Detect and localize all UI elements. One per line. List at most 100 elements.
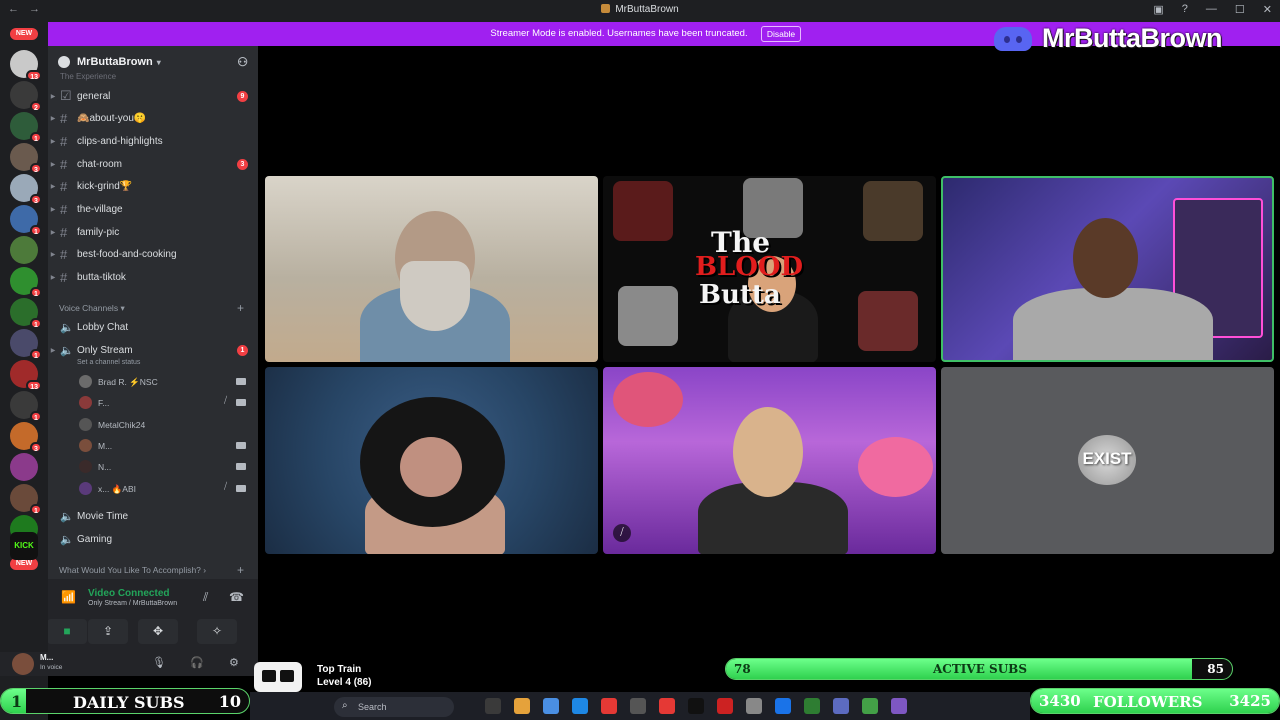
camera-button[interactable]: ■ — [48, 619, 87, 644]
noise-suppression-icon[interactable]: ⫽ — [203, 590, 208, 605]
speaker-icon: 🔈 — [60, 344, 74, 357]
server-icon[interactable]: 3 — [10, 422, 42, 453]
taskbar-app-icon[interactable] — [514, 698, 530, 714]
server-icon[interactable]: 1 — [10, 391, 42, 422]
video-tile-2[interactable]: The BLOOD Butta — [603, 176, 936, 362]
voice-channel-extra-0[interactable]: 🔈 Movie Time — [48, 505, 258, 527]
add-channel-icon[interactable]: + — [237, 301, 244, 315]
kick-server-icon[interactable]: KICK — [10, 532, 38, 560]
channel-2[interactable]: ▶ # clips-and-highlights — [48, 130, 258, 152]
video-tile-3-speaking[interactable] — [941, 176, 1274, 362]
channel-hash-icon: # — [60, 179, 68, 195]
expand-arrow-icon[interactable]: ▶ — [48, 274, 58, 281]
server-icon[interactable]: 1 — [10, 205, 42, 236]
taskbar-app-icon[interactable] — [804, 698, 820, 714]
close-button[interactable]: ✕ — [1263, 3, 1272, 16]
taskbar-app-icon[interactable] — [601, 698, 617, 714]
taskbar-app-icon[interactable] — [659, 698, 675, 714]
channel-4[interactable]: ▶ # kick-grind🏆 — [48, 176, 258, 198]
expand-arrow-icon[interactable]: ▶ — [48, 115, 58, 122]
expand-arrow-icon[interactable]: ▶ — [48, 347, 58, 354]
microphone-icon[interactable]: 🎙 — [152, 656, 166, 669]
camera-icon — [236, 378, 246, 385]
taskbar-app-icon[interactable] — [746, 698, 762, 714]
expand-arrow-icon[interactable]: ▶ — [48, 206, 58, 213]
activities-button[interactable]: ✥ — [138, 619, 178, 644]
headphones-icon[interactable]: 🎧 — [190, 656, 204, 669]
voice-user[interactable]: MetalChik24 — [48, 415, 258, 435]
taskbar-app-icon[interactable] — [630, 698, 646, 714]
server-icon[interactable]: 1 — [10, 298, 42, 329]
server-icon[interactable]: 1 — [10, 484, 42, 515]
channel-6[interactable]: ▶ # family-pic — [48, 221, 258, 243]
expand-arrow-icon[interactable]: ▶ — [48, 229, 58, 236]
taskbar-app-icon[interactable] — [862, 698, 878, 714]
expand-arrow-icon[interactable]: ▶ — [48, 183, 58, 190]
video-tile-1[interactable] — [265, 176, 598, 362]
server-icon[interactable]: 1 — [10, 267, 42, 298]
taskbar-app-icon[interactable] — [688, 698, 704, 714]
taskbar-app-icon[interactable] — [485, 698, 501, 714]
server-icon[interactable]: 3 — [10, 174, 42, 205]
video-tile-5[interactable]: ⧸ — [603, 367, 936, 554]
channel-1[interactable]: ▶ # 🙈about-you🤫 — [48, 108, 258, 130]
expand-arrow-icon[interactable]: ▶ — [48, 93, 58, 100]
voice-connected-label[interactable]: Video Connected — [88, 588, 170, 599]
expand-arrow-icon[interactable]: ▶ — [48, 251, 58, 258]
poster-art — [858, 291, 918, 351]
add-channel-icon[interactable]: + — [237, 563, 244, 577]
video-tile-6-avatar[interactable]: EXIST — [941, 367, 1274, 554]
server-icon[interactable] — [10, 236, 38, 264]
server-icon[interactable]: 1 — [10, 329, 42, 360]
inbox-icon[interactable]: ▣ — [1153, 3, 1163, 16]
active-subs-goal: 85 — [1207, 662, 1224, 676]
server-icon[interactable]: 2 — [10, 81, 42, 112]
taskbar-app-icon[interactable] — [833, 698, 849, 714]
screen-share-button[interactable]: ⇪ — [88, 619, 128, 644]
disable-streamer-mode-button[interactable]: Disable — [761, 26, 801, 42]
followers-label: FOLLOWERS — [1093, 693, 1203, 711]
minimize-button[interactable]: — — [1206, 3, 1217, 16]
avatar[interactable] — [12, 653, 34, 675]
voice-channel-1[interactable]: ▶ 🔈 Only Stream 1 — [48, 339, 258, 361]
maximize-button[interactable]: ☐ — [1235, 3, 1245, 16]
discord-logo-icon — [994, 27, 1032, 51]
server-icon[interactable]: 13 — [10, 50, 42, 81]
category-voice-channels[interactable]: Voice Channels ▾ + — [59, 301, 244, 315]
taskbar-search[interactable]: ⌕ Search — [334, 697, 454, 717]
expand-arrow-icon[interactable]: ▶ — [48, 161, 58, 168]
category-accomplish[interactable]: What Would You Like To Accomplish? › + — [59, 563, 244, 577]
voice-user[interactable]: x... 🔥ABI ⧸ — [48, 479, 258, 499]
channel-5[interactable]: ▶ # the-village — [48, 199, 258, 221]
server-icon[interactable]: 3 — [10, 143, 42, 174]
help-icon[interactable]: ? — [1182, 3, 1188, 16]
taskbar-app-icon[interactable] — [572, 698, 588, 714]
taskbar-app-icon[interactable] — [543, 698, 559, 714]
channel-label: the-village — [77, 204, 123, 215]
channel-status[interactable]: Set a channel status — [77, 359, 140, 366]
voice-channel-extra-1[interactable]: 🔈 Gaming — [48, 528, 258, 550]
voice-user[interactable]: N... — [48, 457, 258, 477]
add-member-icon[interactable]: ⚇ — [237, 55, 248, 69]
video-tile-4[interactable] — [265, 367, 598, 554]
soundboard-button[interactable]: ✧ — [197, 619, 237, 644]
channel-0[interactable]: ▶ ☑ general 9 — [48, 85, 258, 107]
expand-arrow-icon[interactable]: ▶ — [48, 138, 58, 145]
taskbar-app-icon[interactable] — [775, 698, 791, 714]
signal-icon[interactable]: 📶 — [61, 590, 76, 604]
voice-user[interactable]: F... ⧸ — [48, 393, 258, 413]
voice-user[interactable]: Brad R. ⚡NSC — [48, 372, 258, 392]
disconnect-icon[interactable]: ☎ — [229, 590, 244, 604]
daily-subs-current: 1 — [11, 692, 23, 711]
server-icon[interactable] — [10, 453, 38, 481]
server-icon[interactable]: 1 — [10, 112, 42, 143]
channel-7[interactable]: ▶ # best-food-and-cooking — [48, 244, 258, 266]
taskbar-app-icon[interactable] — [717, 698, 733, 714]
server-icon[interactable]: 13 — [10, 360, 42, 391]
gear-icon[interactable]: ⚙ — [229, 656, 239, 669]
voice-user[interactable]: M... — [48, 436, 258, 456]
channel-8[interactable]: ▶ # butta-tiktok — [48, 267, 258, 289]
channel-3[interactable]: ▶ # chat-room 3 — [48, 153, 258, 175]
voice-channel-0[interactable]: 🔈 Lobby Chat — [48, 316, 258, 338]
taskbar-app-icon[interactable] — [891, 698, 907, 714]
